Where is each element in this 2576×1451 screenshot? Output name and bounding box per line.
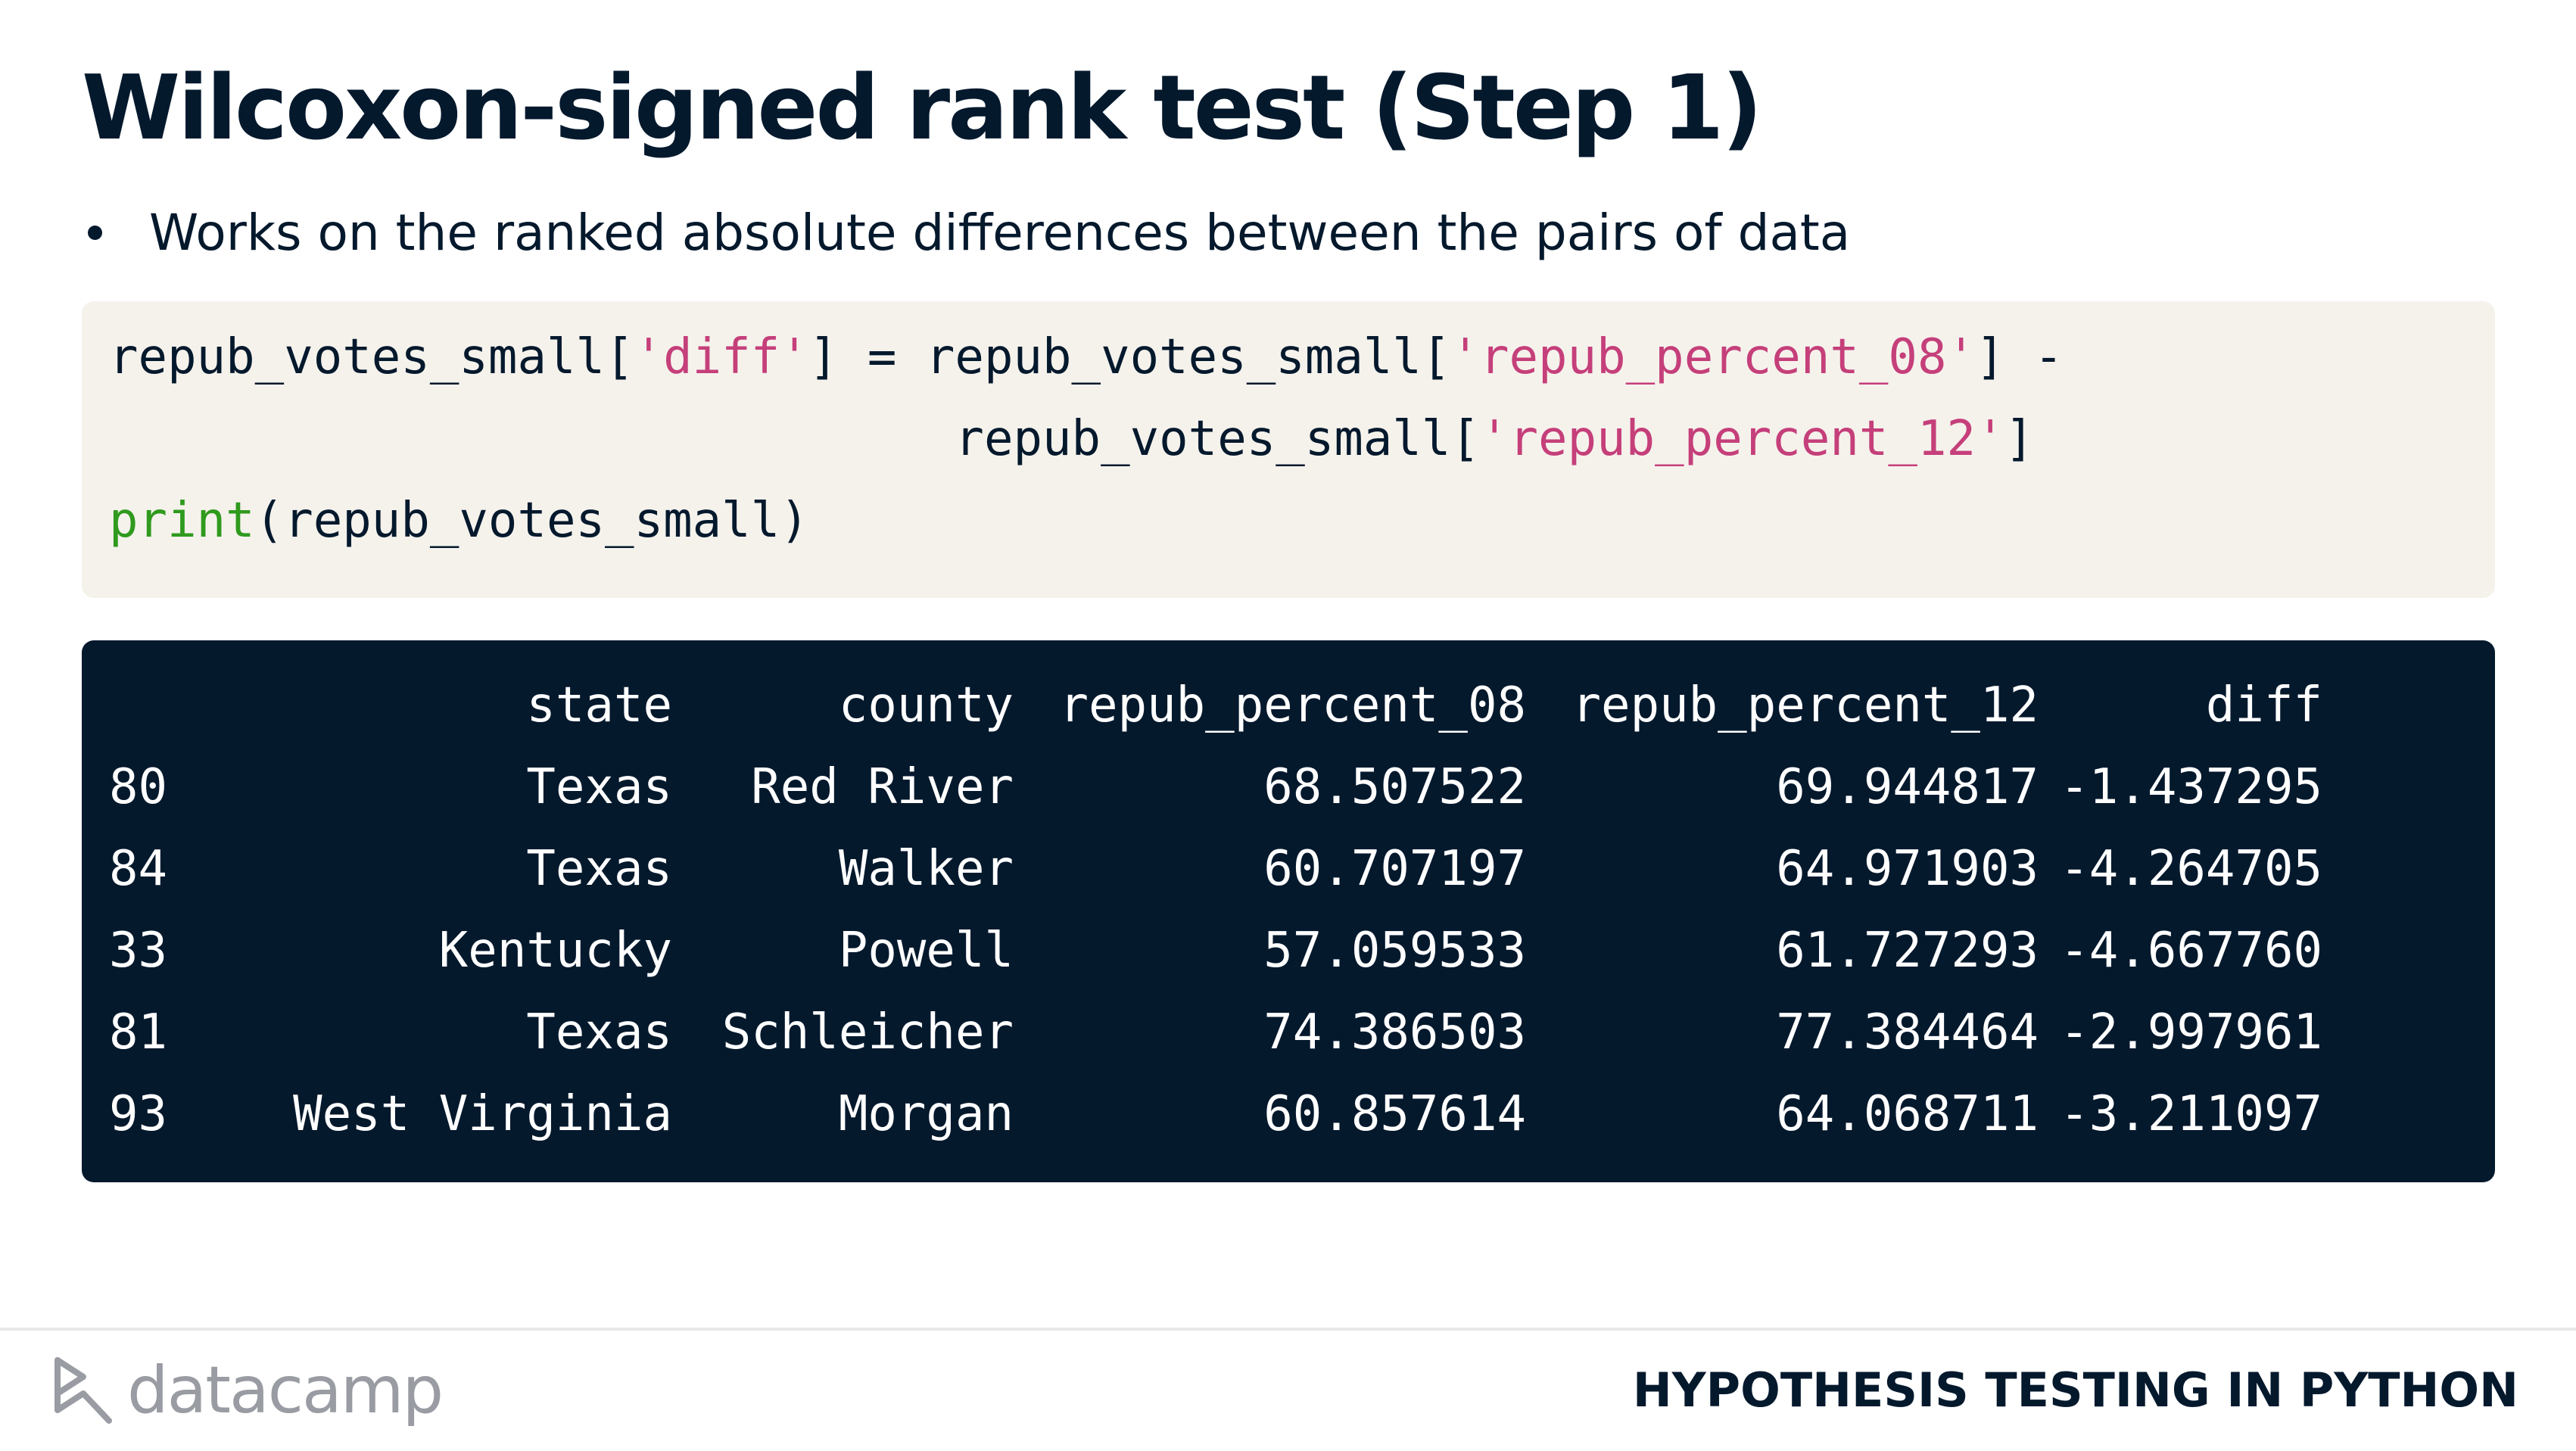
cell-repub-percent-08: 57.059533 [1263,923,1526,979]
cell-repub-percent-12: 69.944817 [1776,759,2039,815]
code-line: print(repub_votes_small) [109,480,809,562]
code-string: 'diff' [634,329,809,385]
column-header: state [526,677,672,733]
bullet-item: Works on the ranked absolute differences… [82,197,1850,268]
code-text: ] [2004,411,2035,467]
logo-text: datacamp [127,1353,444,1428]
column-header: diff [2205,677,2322,733]
datacamp-logo-icon [55,1357,112,1424]
cell-repub-percent-12: 64.971903 [1776,841,2039,897]
code-line: repub_votes_small['diff'] = repub_votes_… [109,316,2064,398]
cell-repub-percent-08: 68.507522 [1263,759,1526,815]
code-text: ] = repub_votes_small[ [808,329,1451,385]
row-index: 80 [109,759,168,815]
code-text: ] - [1976,329,2064,385]
cell-repub-percent-08: 74.386503 [1263,1004,1526,1060]
output-row: 80 Texas Red River 68.507522 69.944817 -… [82,746,2495,828]
column-header: repub_percent_08 [1059,677,1527,733]
cell-county: Morgan [838,1086,1014,1142]
course-title: HYPOTHESIS TESTING IN PYTHON [1632,1362,2518,1418]
cell-county: Red River [751,759,1014,815]
cell-county: Powell [838,923,1014,979]
bullet-text: Works on the ranked absolute differences… [149,203,1851,262]
cell-diff: -3.211097 [2060,1086,2322,1142]
row-index: 81 [109,1004,168,1060]
output-row: 81 Texas Schleicher 74.386503 77.384464 … [82,992,2495,1073]
cell-diff: -1.437295 [2060,759,2322,815]
code-text: repub_votes_small[ [109,411,1480,467]
datacamp-logo: datacamp [53,1349,444,1432]
cell-county: Schleicher [721,1004,1014,1060]
code-text: (repub_votes_small) [254,493,809,549]
column-header: repub_percent_12 [1571,677,2039,733]
code-block: repub_votes_small['diff'] = repub_votes_… [82,301,2495,598]
cell-state: Texas [526,841,672,897]
footer-divider [0,1328,2576,1331]
cell-repub-percent-12: 77.384464 [1776,1004,2039,1060]
cell-state: West Virginia [293,1086,672,1142]
row-index: 84 [109,841,168,897]
output-block: state county repub_percent_08 repub_perc… [82,640,2495,1182]
code-text: repub_votes_small[ [109,329,634,385]
cell-repub-percent-12: 61.727293 [1776,923,2039,979]
row-index: 93 [109,1086,168,1142]
bullet-dot-icon [88,225,102,240]
cell-county: Walker [838,841,1014,897]
code-line: repub_votes_small['repub_percent_12'] [109,398,2034,480]
code-string: 'repub_percent_08' [1450,329,1976,385]
slide-title: Wilcoxon-signed rank test (Step 1) [82,55,1762,160]
column-header: county [838,677,1014,733]
output-row: 84 Texas Walker 60.707197 64.971903 -4.2… [82,828,2495,910]
output-header-row: state county repub_percent_08 repub_perc… [82,665,2495,746]
row-index: 33 [109,923,168,979]
cell-state: Texas [526,1004,672,1060]
cell-diff: -4.667760 [2060,923,2322,979]
output-row: 33 Kentucky Powell 57.059533 61.727293 -… [82,910,2495,992]
cell-repub-percent-12: 64.068711 [1776,1086,2039,1142]
cell-diff: -4.264705 [2060,841,2322,897]
code-string: 'repub_percent_12' [1479,411,2005,467]
cell-state: Kentucky [438,923,672,979]
cell-state: Texas [526,759,672,815]
cell-repub-percent-08: 60.857614 [1263,1086,1526,1142]
cell-repub-percent-08: 60.707197 [1263,841,1526,897]
code-function: print [109,493,255,549]
cell-diff: -2.997961 [2060,1004,2322,1060]
output-row: 93 West Virginia Morgan 60.857614 64.068… [82,1073,2495,1155]
